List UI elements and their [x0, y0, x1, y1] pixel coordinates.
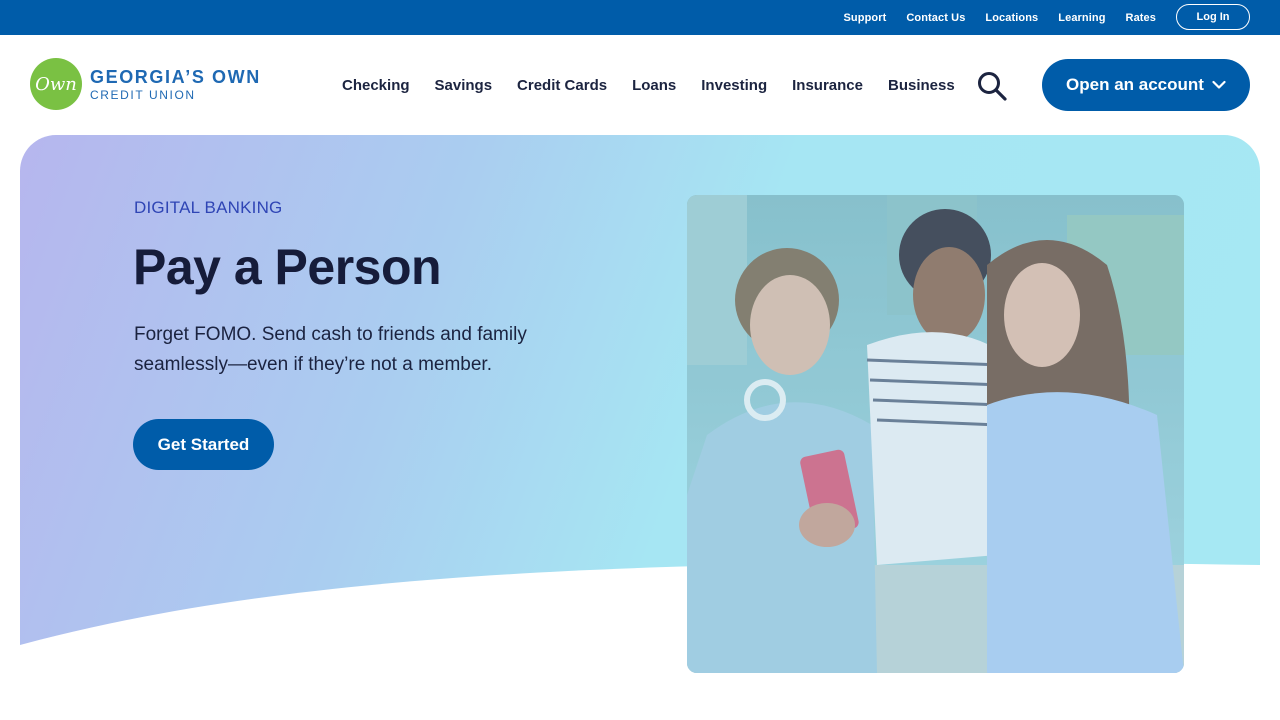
chevron-down-icon	[1212, 75, 1226, 95]
log-in-button[interactable]: Log In	[1176, 4, 1250, 30]
search-icon[interactable]	[976, 71, 1008, 101]
open-account-button[interactable]: Open an account	[1042, 59, 1250, 111]
georgias-own-logo[interactable]: Own GEORGIA’S OWN CREDIT UNION	[30, 58, 261, 110]
utility-link-locations[interactable]: Locations	[985, 12, 1038, 24]
logo-mark-text: Own	[35, 73, 77, 95]
nav-item-insurance[interactable]: Insurance	[792, 77, 863, 94]
utility-link-support[interactable]: Support	[844, 12, 887, 24]
logo-wordmark: GEORGIA’S OWN CREDIT UNION	[90, 68, 261, 101]
logo-line1: GEORGIA’S OWN	[90, 66, 261, 87]
nav-item-business[interactable]: Business	[888, 77, 955, 94]
utility-link-contact-us[interactable]: Contact Us	[906, 12, 965, 24]
hero-title: Pay a Person	[133, 239, 442, 295]
get-started-button[interactable]: Get Started	[133, 419, 274, 470]
logo-mark: Own	[30, 58, 82, 110]
open-account-label: Open an account	[1066, 75, 1204, 94]
hero-eyebrow: DIGITAL BANKING	[134, 198, 283, 217]
hero-subtitle: Forget FOMO. Send cash to friends and fa…	[134, 324, 527, 375]
nav-item-credit-cards[interactable]: Credit Cards	[517, 77, 607, 94]
nav-item-checking[interactable]: Checking	[342, 77, 410, 94]
utility-links: Support Contact Us Locations Learning Ra…	[844, 0, 1157, 35]
logo-line2: CREDIT UNION	[90, 87, 196, 102]
nav-item-savings[interactable]: Savings	[435, 77, 493, 94]
hero-photo-friends-with-phone	[687, 195, 1184, 673]
main-header: Own GEORGIA’S OWN CREDIT UNION Checking …	[0, 35, 1280, 135]
utility-link-rates[interactable]: Rates	[1126, 12, 1156, 24]
utility-link-learning[interactable]: Learning	[1058, 12, 1105, 24]
nav-item-loans[interactable]: Loans	[632, 77, 676, 94]
primary-nav: Checking Savings Credit Cards Loans Inve…	[342, 35, 980, 135]
nav-item-investing[interactable]: Investing	[701, 77, 767, 94]
utility-bar: Support Contact Us Locations Learning Ra…	[0, 0, 1280, 35]
